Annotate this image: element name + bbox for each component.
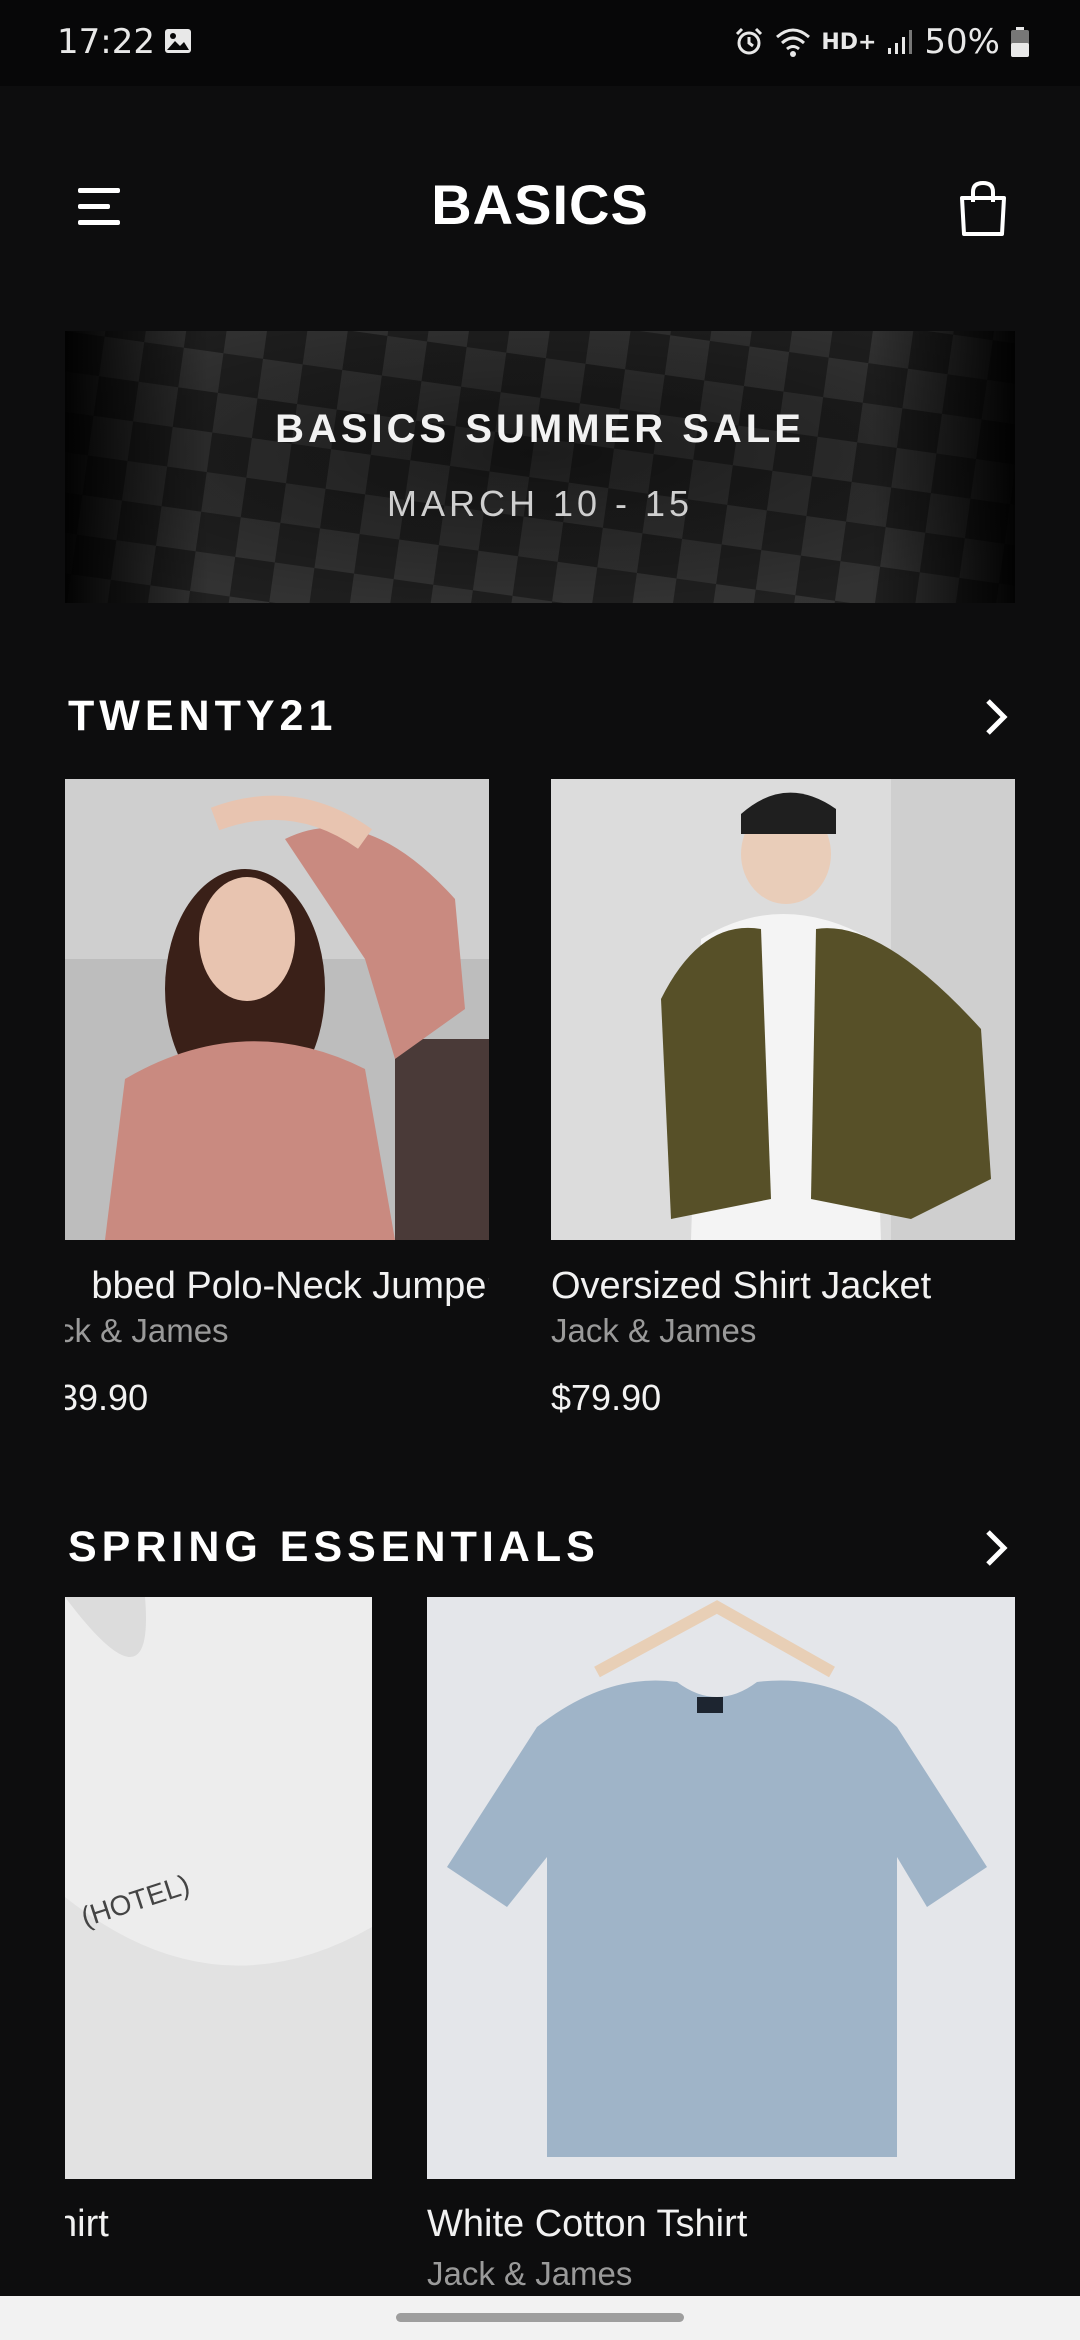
status-time: 17:22 xyxy=(57,22,155,62)
product-image-cotton-tshirt[interactable] xyxy=(427,1597,1015,2179)
product-image-white-tshirt[interactable]: (HOTEL) xyxy=(65,1597,372,2179)
status-icons: HD+ 50% xyxy=(733,20,1030,64)
banner-plaid-image xyxy=(65,331,1015,603)
product-price: $79.90 xyxy=(551,1377,662,1418)
home-gesture-handle[interactable] xyxy=(396,2313,684,2322)
alarm-icon xyxy=(736,27,763,55)
banner-title: BASICS SUMMER SALE xyxy=(275,407,805,451)
product-price: 39.90 xyxy=(65,1377,149,1418)
product-name[interactable]: White Cotton Tshirt xyxy=(427,2203,747,2246)
shopping-bag-icon[interactable] xyxy=(958,180,1008,238)
battery-percent: 50% xyxy=(924,22,1000,62)
blue-tshirt-on-hanger-photo xyxy=(427,1597,1015,2179)
battery-icon xyxy=(1011,27,1029,57)
product-image-ribbed-jumper[interactable] xyxy=(65,779,489,1240)
woman-in-olive-jacket-photo xyxy=(551,779,1015,1240)
wifi-icon xyxy=(776,28,811,57)
sale-banner[interactable]: BASICS SUMMER SALE MARCH 10 - 15 xyxy=(65,331,1015,603)
network-type-label: HD+ xyxy=(821,29,877,55)
app-bar: BASICS xyxy=(0,150,1080,260)
product-name[interactable]: hirt xyxy=(65,2203,372,2246)
product-brand: ck & James xyxy=(65,1312,229,1349)
product-name[interactable]: bbed Polo-Neck Jumper xyxy=(91,1265,489,1308)
product-brand: Jack & James xyxy=(427,2255,633,2292)
product-name[interactable]: Oversized Shirt Jacket xyxy=(551,1265,931,1308)
app-title: BASICS xyxy=(431,173,649,236)
signal-icon xyxy=(888,30,913,54)
woman-in-pink-sweater-photo xyxy=(65,779,489,1240)
white-hotel-tshirt-photo: (HOTEL) xyxy=(65,1597,372,2179)
banner-subtitle: MARCH 10 - 15 xyxy=(386,483,694,524)
product-brand: Jack & James xyxy=(551,1312,757,1349)
section-title-spring-essentials[interactable]: SPRING ESSENTIALS xyxy=(68,1523,600,1572)
product-image-shirt-jacket[interactable] xyxy=(551,779,1015,1240)
chevron-right-icon[interactable] xyxy=(980,697,1010,737)
chevron-right-icon[interactable] xyxy=(980,1528,1010,1568)
status-bar: 17:22 HD+ 50% xyxy=(0,0,1080,86)
system-navigation-bar xyxy=(0,2296,1080,2340)
section-title-twenty21[interactable]: TWENTY21 xyxy=(68,692,337,741)
image-icon xyxy=(165,29,191,53)
